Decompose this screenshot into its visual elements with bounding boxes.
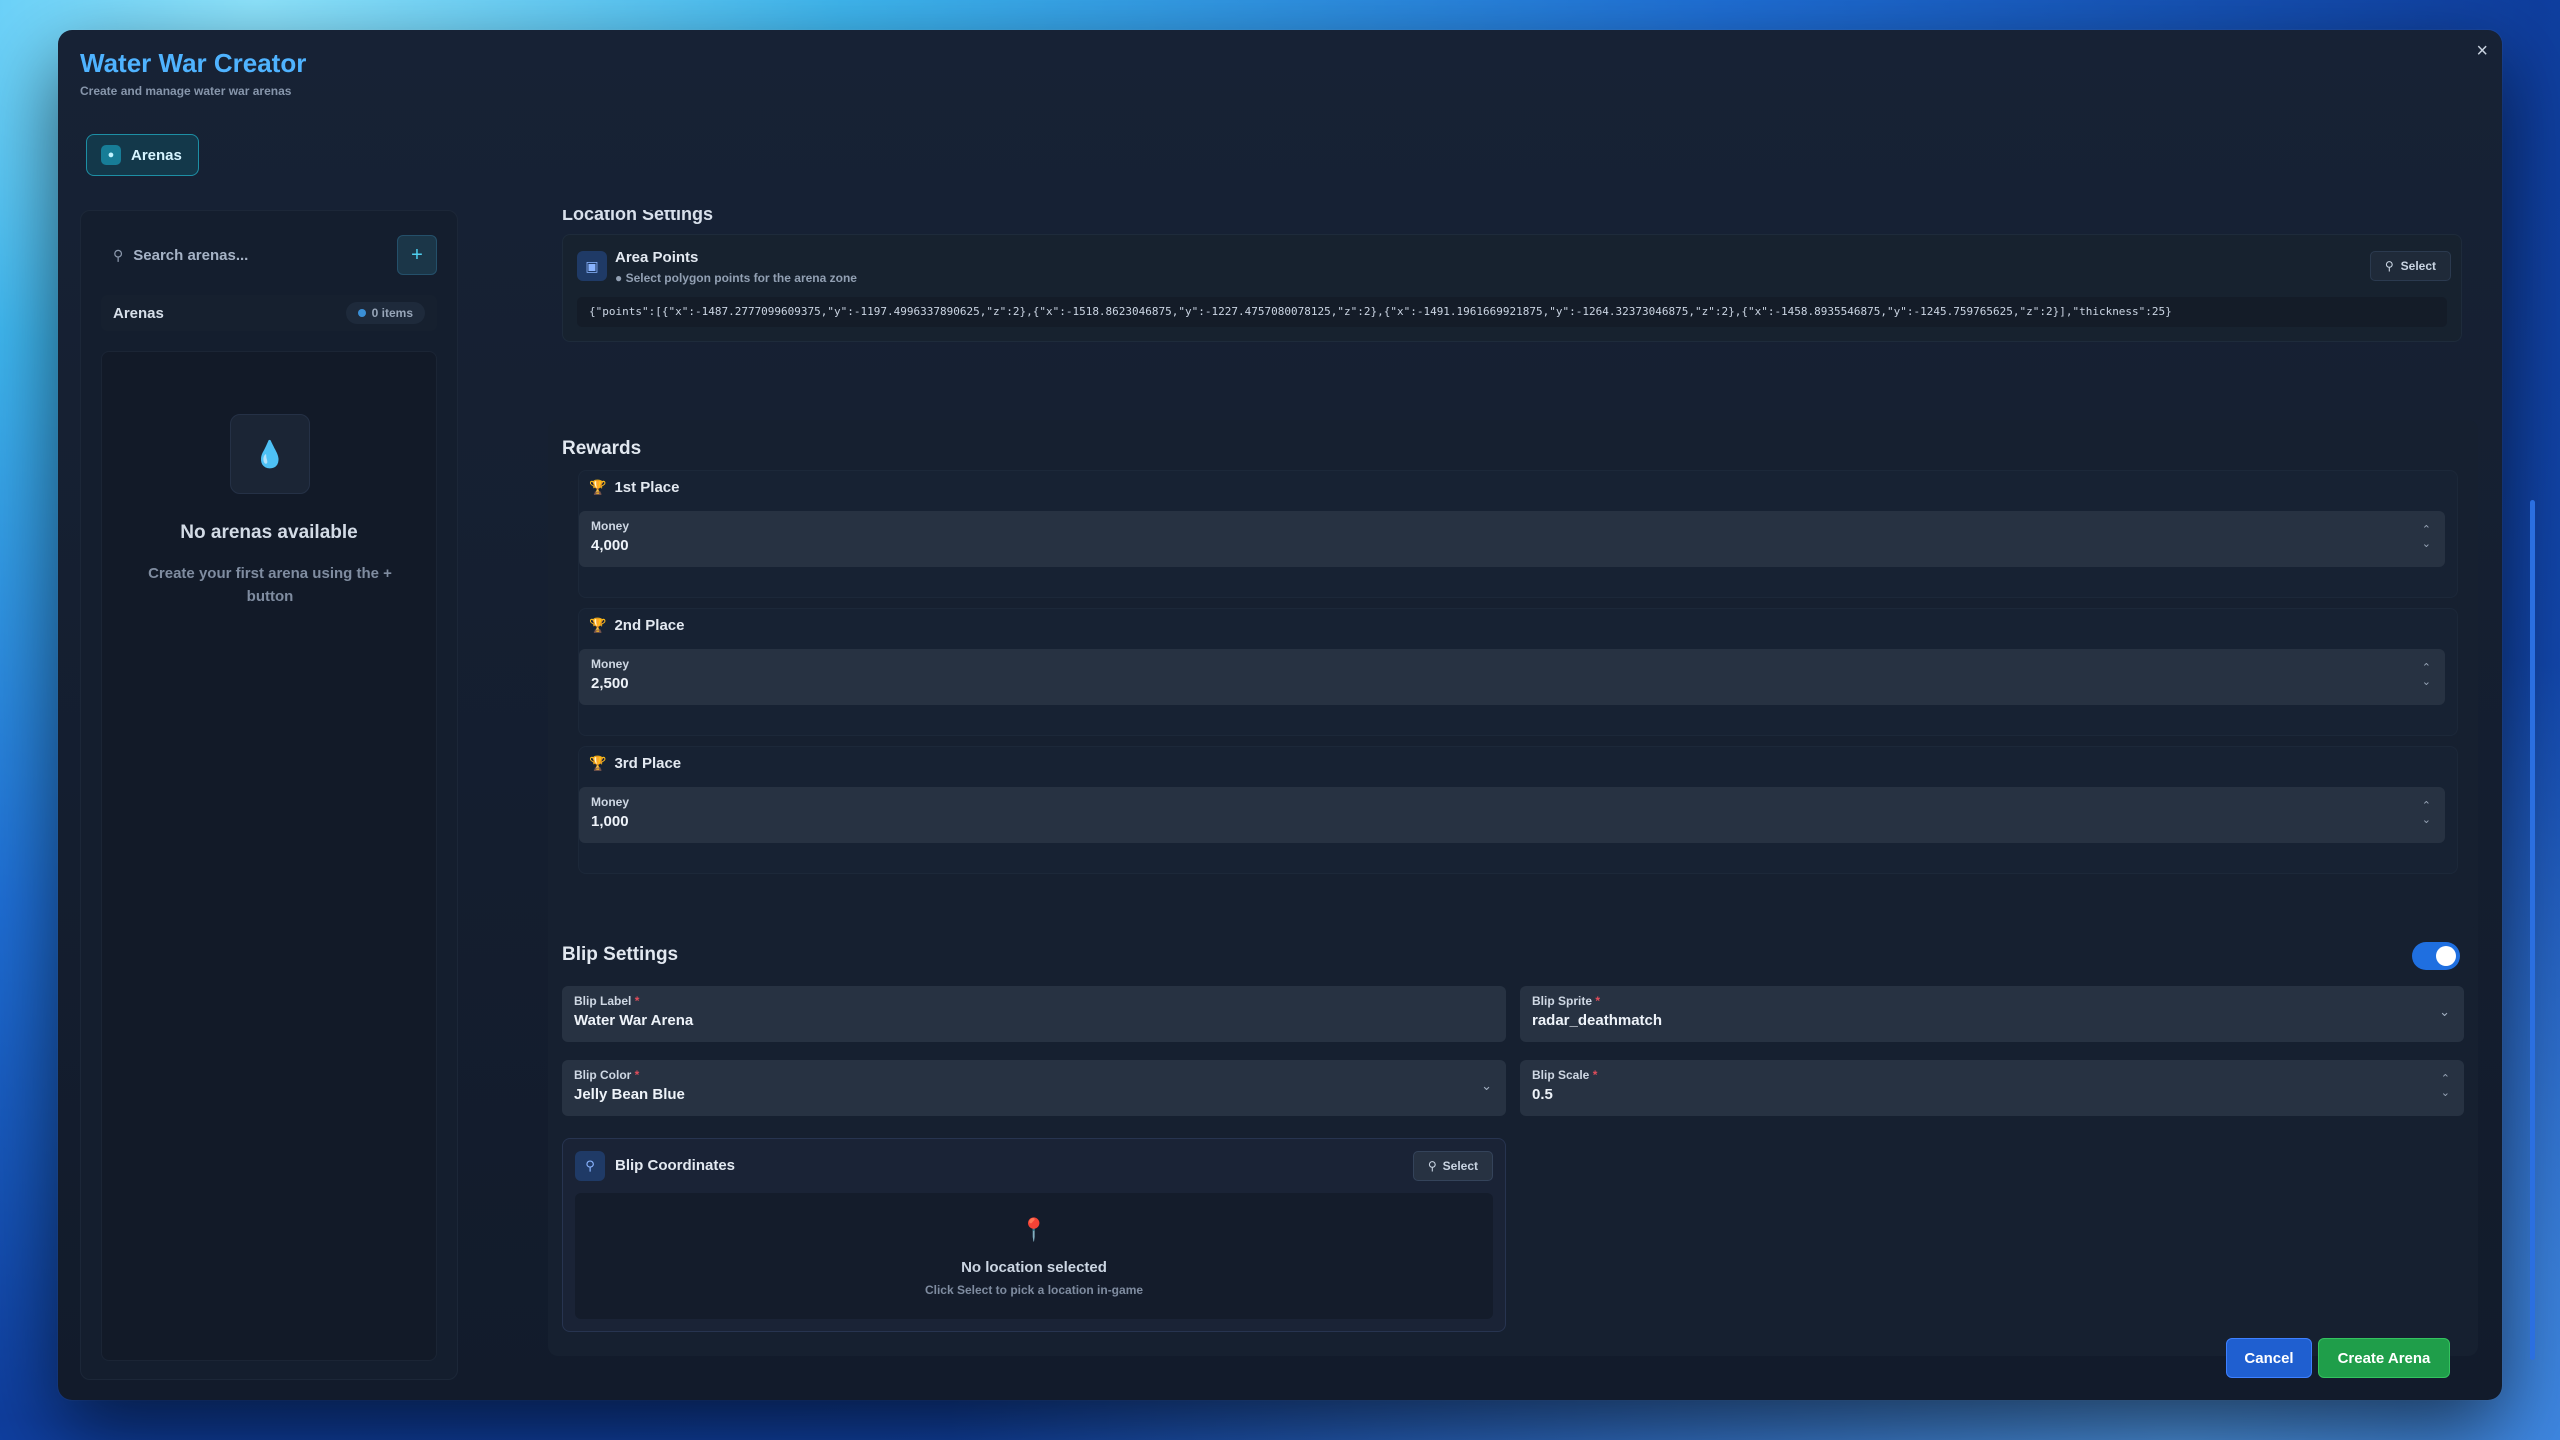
coordinates-empty-subtitle: Click Select to pick a location in-game (924, 1283, 1144, 1297)
field-value: Jelly Bean Blue (574, 1086, 685, 1103)
field-label-text: Blip Scale (1532, 1068, 1590, 1082)
money-stepper[interactable]: ⌃ ⌄ (2422, 523, 2431, 551)
blip-enabled-toggle[interactable] (2412, 942, 2460, 970)
money-input[interactable]: Money 2,500 ⌃ ⌄ (579, 649, 2445, 705)
field-label: Blip Scale * (1532, 1068, 2452, 1082)
money-label: Money (591, 657, 630, 671)
search-row: ⚲ Search arenas... + (101, 235, 437, 275)
coordinates-empty-title: No location selected (961, 1259, 1107, 1276)
place-title-text: 3rd Place (614, 755, 682, 772)
reward-second-place: 🏆 2nd Place Money 2,500 ⌃ ⌄ (578, 608, 2458, 736)
cancel-button[interactable]: Cancel (2226, 1338, 2312, 1378)
trophy-icon: 🏆 (589, 479, 607, 495)
money-stepper[interactable]: ⌃ ⌄ (2422, 799, 2431, 827)
create-arena-button[interactable]: Create Arena (2318, 1338, 2450, 1378)
place-title-text: 1st Place (614, 479, 680, 496)
field-label-text: Blip Label (574, 994, 632, 1008)
field-value: 0.5 (1532, 1086, 1553, 1103)
blip-settings-title: Blip Settings (562, 944, 679, 965)
money-label: Money (591, 795, 630, 809)
required-marker: * (1595, 994, 1601, 1008)
badge-dot-icon (357, 309, 366, 317)
blip-coordinates-card: ⚲ Blip Coordinates ⚲ Select 📍 No locatio… (562, 1138, 1506, 1332)
chevron-down-icon: ⌄ (1481, 1078, 1492, 1093)
place-title: 🏆 1st Place (589, 479, 679, 496)
money-input[interactable]: Money 1,000 ⌃ ⌄ (579, 787, 2445, 843)
toggle-knob (2436, 946, 2456, 966)
main-content: Location Settings ▣ Area Points ● Select… (490, 210, 2480, 1380)
tab-arenas-label: Arenas (131, 146, 182, 164)
place-title: 🏆 3rd Place (589, 755, 681, 772)
blip-settings-section: Blip Settings Blip Label * Water War Are… (548, 926, 2478, 1356)
blip-coordinates-select-button[interactable]: ⚲ Select (1412, 1151, 1493, 1181)
area-points-title: Area Points (615, 249, 699, 266)
area-points-card: ▣ Area Points ● Select polygon points fo… (562, 234, 2462, 342)
close-icon[interactable]: × (2476, 40, 2488, 63)
empty-description: Create your first arena using the + butt… (148, 565, 392, 605)
sidebar: ⚲ Search arenas... + Arenas 0 items 💧 No… (80, 210, 458, 1380)
area-points-value[interactable]: {"points":[{"x":-1487.2777099609375,"y":… (577, 297, 2447, 327)
area-points-subtitle-text: Select polygon points for the arena zone (625, 271, 857, 285)
blip-coordinates-title: Blip Coordinates (615, 1157, 736, 1174)
arenas-empty-state: 💧 No arenas available Create your first … (101, 351, 437, 1361)
main-scrollbar[interactable] (2530, 500, 2535, 1360)
area-points-select-button[interactable]: ⚲ Select (2369, 251, 2451, 281)
blip-scale-field[interactable]: Blip Scale * 0.5 ⌃ ⌄ (1520, 1060, 2464, 1116)
search-placeholder: Search arenas... (133, 246, 249, 264)
money-value: 4,000 (591, 537, 629, 554)
search-input[interactable]: ⚲ Search arenas... (101, 235, 397, 275)
money-label: Money (591, 519, 630, 533)
location-pin-icon: 📍 (1020, 1217, 1048, 1242)
arenas-list-header: Arenas 0 items (101, 295, 437, 331)
arenas-list-heading: Arenas (113, 304, 164, 322)
blip-sprite-select[interactable]: Blip Sprite * radar_deathmatch ⌄ (1520, 986, 2464, 1042)
search-icon: ⚲ (113, 246, 124, 263)
scale-stepper[interactable]: ⌃ ⌄ (2441, 1072, 2450, 1100)
money-input[interactable]: Money 4,000 ⌃ ⌄ (579, 511, 2445, 567)
select-label: Select (2400, 259, 2436, 273)
add-arena-button[interactable]: + (397, 235, 437, 275)
trophy-icon: 🏆 (589, 617, 607, 633)
droplet-icon: 💧 (230, 414, 310, 494)
area-points-subtitle: ● Select polygon points for the arena zo… (615, 271, 857, 285)
place-title-text: 2nd Place (614, 617, 685, 634)
place-title: 🏆 2nd Place (589, 617, 684, 634)
required-marker: * (634, 994, 640, 1008)
app-subtitle: Create and manage water war arenas (80, 84, 292, 98)
count-badge: 0 items (345, 302, 425, 324)
chevron-down-icon: ⌄ (2439, 1004, 2450, 1019)
field-value: Water War Arena (574, 1012, 694, 1029)
money-stepper[interactable]: ⌃ ⌄ (2422, 661, 2431, 689)
count-badge-text: 0 items (371, 306, 413, 320)
trophy-icon: 🏆 (589, 755, 607, 771)
rewards-title: Rewards (562, 438, 642, 459)
map-pin-icon: ⚲ (575, 1151, 605, 1181)
reward-first-place: 🏆 1st Place Money 4,000 ⌃ ⌄ (578, 470, 2458, 598)
required-marker: * (634, 1068, 640, 1082)
required-marker: * (1592, 1068, 1598, 1082)
creator-window: × Water War Creator Create and manage wa… (58, 30, 2535, 1400)
blip-label-field[interactable]: Blip Label * Water War Arena (562, 986, 1506, 1042)
tab-arenas[interactable]: ● Arenas (86, 134, 199, 176)
polygon-icon: ▣ (577, 251, 607, 281)
field-label-text: Blip Color (574, 1068, 632, 1082)
field-label: Blip Sprite * (1532, 994, 2452, 1008)
blip-color-select[interactable]: Blip Color * Jelly Bean Blue ⌄ (562, 1060, 1506, 1116)
field-value: radar_deathmatch (1532, 1012, 1663, 1029)
empty-title: No arenas available (180, 522, 358, 543)
field-label: Blip Color * (574, 1068, 1494, 1082)
money-value: 1,000 (591, 813, 629, 830)
coordinates-empty-state: 📍 No location selected Click Select to p… (575, 1193, 1493, 1319)
droplet-icon: ● (101, 145, 121, 165)
select-label: Select (1442, 1159, 1478, 1173)
field-label-text: Blip Sprite (1532, 994, 1593, 1008)
location-settings-title: Location Settings (562, 210, 714, 224)
app-title: Water War Creator (80, 48, 307, 78)
map-pin-icon: ⚲ (2384, 259, 2394, 273)
reward-third-place: 🏆 3rd Place Money 1,000 ⌃ ⌄ (578, 746, 2458, 874)
map-pin-icon: ⚲ (1427, 1159, 1437, 1173)
field-label: Blip Label * (574, 994, 1494, 1008)
money-value: 2,500 (591, 675, 629, 692)
